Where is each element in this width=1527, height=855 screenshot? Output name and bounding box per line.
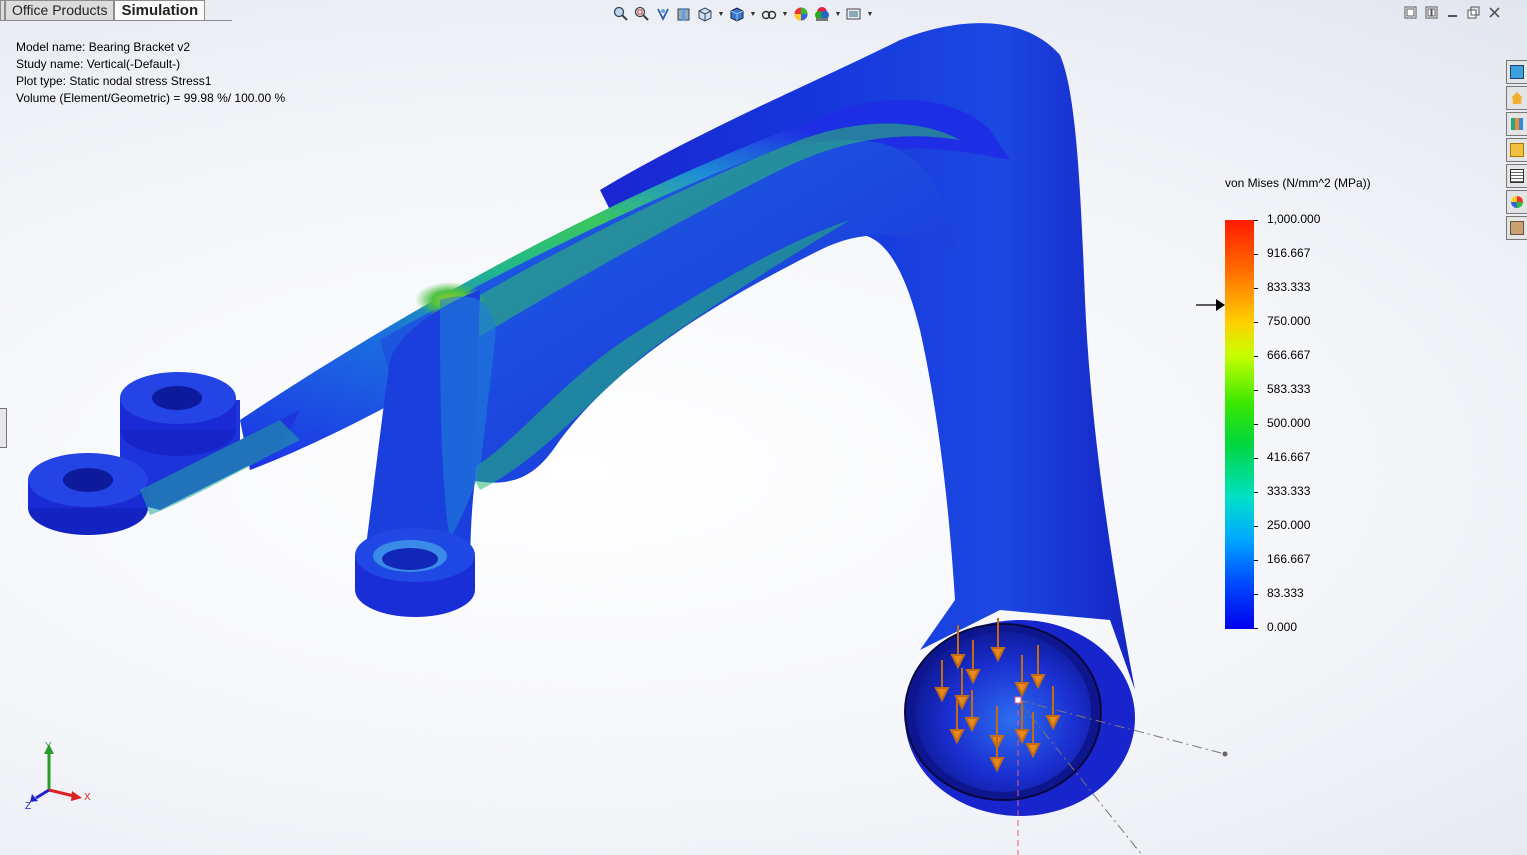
legend-tick-label: 916.667 [1267,246,1311,260]
legend-tick-label: 333.333 [1267,484,1311,498]
leg-hole [382,548,438,570]
legend-tick-mark [1254,356,1258,357]
yield-strength-arrow-icon [1196,299,1225,311]
axis-end-point [1222,751,1228,757]
legend-tick-mark [1254,458,1258,459]
triad-z-label: Z [25,801,31,812]
reference-triad: Y X Z [25,741,91,812]
legend-tick-mark [1254,560,1258,561]
legend-tick-mark [1254,220,1258,221]
legend-tick-label: 83.333 [1267,586,1304,600]
legend-tick-label: 583.333 [1267,382,1311,396]
legend-tick-label: 833.333 [1267,280,1311,294]
upper-lug-hole [152,386,202,410]
legend-tick-mark [1254,424,1258,425]
triad-x-label: X [84,792,91,803]
legend-tick-label: 1,000.000 [1267,212,1321,226]
legend-tick-label: 250.000 [1267,518,1311,532]
legend-tick-label: 0.000 [1267,620,1298,634]
lower-lug-hole [63,468,113,492]
legend-tick-mark [1254,594,1258,595]
stress-color-bar [1225,220,1254,629]
legend-tick-mark [1254,390,1258,391]
legend-tick-mark [1254,254,1258,255]
legend-tick-label: 666.667 [1267,348,1311,362]
legend-tick-mark [1254,526,1258,527]
legend-tick-mark [1254,492,1258,493]
legend-tick-mark [1254,288,1258,289]
legend-title: von Mises (N/mm^2 (MPa)) [1225,176,1371,190]
legend-tick-mark [1254,322,1258,323]
legend-tick-mark [1254,628,1258,629]
legend-tick-label: 166.667 [1267,552,1311,566]
triad-y-label: Y [45,741,52,752]
axis-origin-point[interactable] [1014,696,1022,704]
legend-tick-label: 500.000 [1267,416,1311,430]
legend-tick-label: 750.000 [1267,314,1311,328]
legend-tick-label: 416.667 [1267,450,1311,464]
